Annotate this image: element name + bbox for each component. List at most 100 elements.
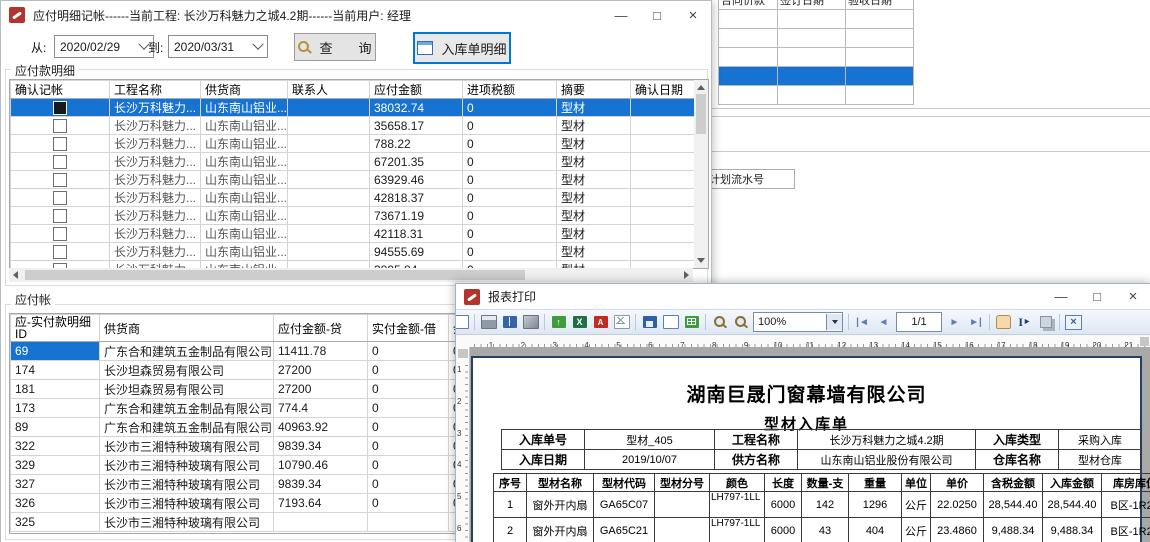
title-bar[interactable]: 应付明细记帐------当前工程: 长沙万科魅力之城4.2期------当前用户… — [1, 1, 711, 29]
table-row[interactable]: 长沙万科魅力... 山东南山铝业... 38032.74 0 型材 405 — [11, 99, 710, 117]
preview-area[interactable]: 123456 湖南巨晟门窗幕墙有限公司 型材入库单 入库单号 型材_405 工程… — [456, 347, 1150, 542]
table-row[interactable]: 长沙万科魅力... 山东南山铝业... 73671.19 0 型材 266 — [11, 207, 710, 225]
pdf-export-icon[interactable]: A — [591, 314, 610, 331]
confirm-checkbox[interactable] — [53, 227, 67, 241]
document-preview-icon[interactable] — [661, 314, 680, 331]
table-row[interactable]: 329 长沙市三湘特种玻璃有限公司 10790.46 0 0 — [11, 456, 460, 475]
inbound-detail-button[interactable]: 入库单明细 — [413, 32, 511, 64]
zoom-in-icon[interactable] — [710, 314, 729, 331]
from-date-select[interactable]: 2020/02/29 — [54, 35, 154, 58]
column-header[interactable]: 应-实付款明细ID — [11, 315, 100, 342]
confirm-checkbox[interactable] — [53, 245, 67, 259]
maximize-button[interactable]: □ — [639, 3, 675, 27]
table-row[interactable]: 长沙万科魅力... 山东南山铝业... 42118.31 0 型材 265 — [11, 225, 710, 243]
scrollbar-thumb[interactable] — [25, 270, 525, 280]
minimize-button[interactable]: — — [1043, 285, 1079, 309]
table-row[interactable]: 327 长沙市三湘特种玻璃有限公司 9839.34 0 0 — [11, 475, 460, 494]
confirm-checkbox[interactable] — [53, 173, 67, 187]
copy-icon[interactable] — [1036, 314, 1055, 331]
next-page-button[interactable]: ► — [945, 314, 964, 331]
zoom-select[interactable]: 100% — [753, 312, 843, 332]
text-select-icon[interactable]: I‣ — [1015, 314, 1034, 331]
separator — [544, 314, 545, 330]
table-row[interactable]: 181 长沙坦森贸易有限公司 27200 0 0 — [11, 380, 460, 399]
document-icon[interactable] — [455, 314, 470, 331]
payable-account-group-label: 应付帐 — [11, 291, 55, 308]
table-row[interactable]: 89 广东合和建筑五金制品有限公司 40963.92 0 0 — [11, 418, 460, 437]
mail-icon[interactable] — [612, 314, 631, 331]
hand-tool-icon[interactable] — [994, 314, 1013, 331]
chevron-down-icon[interactable] — [826, 314, 842, 330]
table-row[interactable]: 长沙万科魅力... 山东南山铝业... 63929.46 0 型材 276 — [11, 171, 710, 189]
column-header[interactable]: 供货商 — [100, 315, 274, 342]
column-header[interactable]: 应付金额-贷 — [274, 315, 368, 342]
book-icon[interactable] — [500, 314, 519, 331]
prev-page-button[interactable]: ◄ — [874, 314, 893, 331]
scroll-right-icon[interactable] — [684, 271, 689, 279]
confirm-checkbox[interactable] — [53, 137, 67, 151]
from-label: 从: — [31, 39, 46, 56]
excel-export-icon[interactable]: X — [570, 314, 589, 331]
to-date-select[interactable]: 2020/03/31 — [168, 35, 268, 58]
separator — [848, 314, 849, 330]
column-header[interactable]: 摘要 — [557, 81, 631, 99]
title-bar[interactable]: 报表打印 — □ × — [456, 284, 1150, 309]
to-date-value: 2020/03/31 — [174, 40, 248, 54]
ruler-thumb[interactable] — [1140, 337, 1149, 346]
table-row[interactable]: 长沙万科魅力... 山东南山铝业... 42818.37 0 型材 275 — [11, 189, 710, 207]
maximize-button[interactable]: □ — [1079, 285, 1115, 309]
column-header[interactable]: 应付金额 — [370, 81, 463, 99]
close-preview-icon[interactable]: × — [1064, 314, 1083, 331]
separator — [474, 314, 475, 330]
table-row[interactable]: 长沙万科魅力... 山东南山铝业... 788.22 0 型材 358 — [11, 135, 710, 153]
save-icon[interactable] — [640, 314, 659, 331]
page-input[interactable]: 1/1 — [896, 312, 942, 332]
last-page-button[interactable]: ►| — [966, 314, 985, 331]
table-row[interactable]: 长沙万科魅力... 山东南山铝业... 35658.17 0 型材 376 — [11, 117, 710, 135]
scroll-down-icon[interactable] — [697, 258, 705, 263]
report-print-window: 报表打印 — □ × ↑ X A 100 — [455, 283, 1150, 542]
query-button-label: 查 询 — [319, 38, 371, 57]
column-header[interactable]: 进项税额 — [463, 81, 557, 99]
column-header[interactable]: 确认记帐 — [11, 81, 110, 99]
minimize-button[interactable]: — — [603, 3, 639, 27]
close-button[interactable]: × — [675, 3, 711, 27]
column-header[interactable]: 供货商 — [201, 81, 288, 99]
scrollbar-thumb[interactable] — [696, 94, 706, 134]
table-row[interactable]: 174 长沙坦森贸易有限公司 27200 0 0 — [11, 361, 460, 380]
table-row[interactable]: 326 长沙市三湘特种玻璃有限公司 7193.64 0 0 — [11, 494, 460, 513]
table-row[interactable]: 69 广东合和建筑五金制品有限公司 11411.78 0 0 — [11, 342, 460, 361]
horizontal-scrollbar[interactable] — [9, 268, 693, 282]
table-row[interactable] — [719, 29, 914, 48]
table-row[interactable] — [719, 48, 914, 67]
confirm-checkbox[interactable] — [53, 119, 67, 133]
column-header[interactable]: 联系人 — [288, 81, 370, 99]
column-header[interactable]: 实付金额-借 — [368, 315, 449, 342]
table-row[interactable]: 长沙万科魅力... 山东南山铝业... 94555.69 0 型材 251 — [11, 243, 710, 261]
table-row[interactable]: 长沙万科魅力... 山东南山铝业... 67201.35 0 型材 283 — [11, 153, 710, 171]
scroll-up-icon[interactable] — [697, 85, 705, 90]
settings-icon[interactable] — [521, 314, 540, 331]
close-button[interactable]: × — [1115, 285, 1150, 309]
confirm-checkbox[interactable] — [53, 209, 67, 223]
confirm-checkbox[interactable] — [53, 101, 67, 115]
table-row[interactable]: 325 长沙市三湘特种玻璃有限公司 — [11, 513, 460, 532]
table-row[interactable] — [719, 10, 914, 29]
table-row[interactable] — [719, 86, 914, 105]
zoom-out-icon[interactable] — [731, 314, 750, 331]
scroll-left-icon[interactable] — [13, 271, 18, 279]
column-header[interactable]: 工程名称 — [110, 81, 201, 99]
table-row-selected[interactable] — [719, 67, 914, 86]
first-page-button[interactable]: |◄ — [853, 314, 872, 331]
background-window: 合同价款 签订日期 验收日期 计划流水号 — [700, 0, 1150, 260]
printer-icon[interactable] — [479, 314, 498, 331]
confirm-checkbox[interactable] — [53, 155, 67, 169]
export-icon[interactable]: ↑ — [549, 314, 568, 331]
table-icon[interactable] — [682, 314, 701, 331]
confirm-checkbox[interactable] — [53, 191, 67, 205]
table-row[interactable]: 322 长沙市三湘特种玻璃有限公司 9839.34 0 0 — [11, 437, 460, 456]
vertical-scrollbar[interactable] — [694, 80, 708, 268]
query-button[interactable]: 查 询 — [294, 33, 376, 61]
table-row[interactable]: 173 广东合和建筑五金制品有限公司 774.4 0 0 — [11, 399, 460, 418]
ruler-thumb[interactable] — [458, 349, 468, 358]
